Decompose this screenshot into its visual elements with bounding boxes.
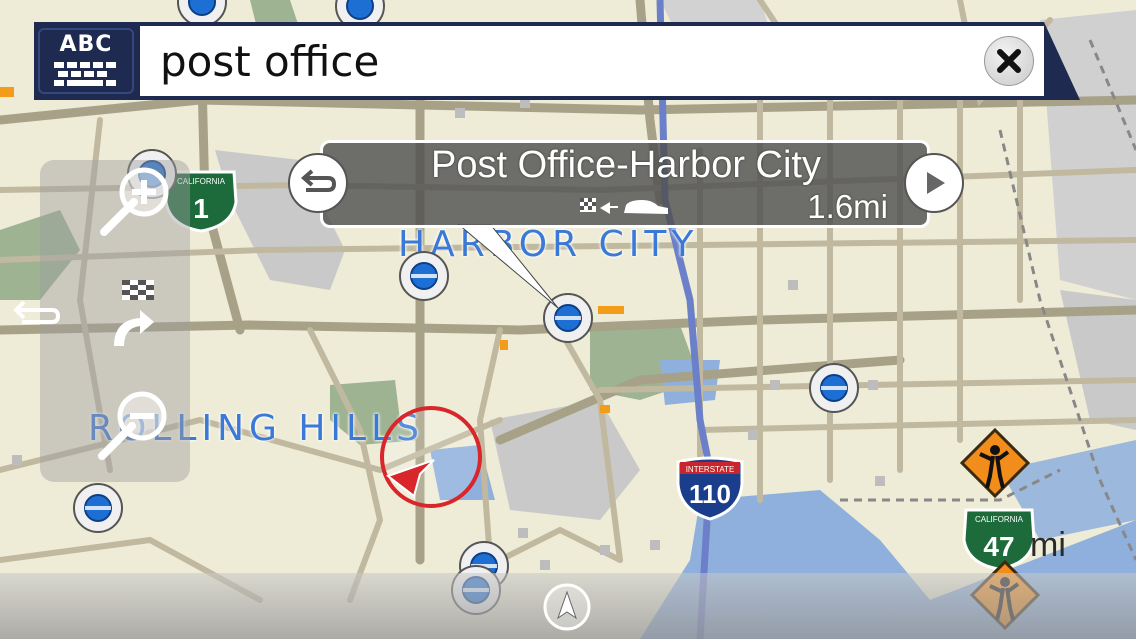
- clear-search-button[interactable]: [984, 36, 1034, 86]
- zoom-out-icon: [98, 391, 167, 460]
- return-icon: [300, 169, 337, 192]
- svg-text:1: 1: [193, 193, 209, 224]
- popup-forward-button[interactable]: [904, 153, 964, 213]
- route-overview-button[interactable]: [100, 276, 166, 352]
- map-back-button[interactable]: [8, 296, 64, 336]
- search-bar: ABC: [34, 22, 1080, 100]
- play-icon: [927, 172, 945, 194]
- highway-shield-i-110: INTERSTATE 110: [674, 456, 746, 527]
- zoom-in-button[interactable]: [96, 160, 176, 240]
- current-position-marker: [378, 404, 484, 510]
- checkered-flag-route-icon: [580, 198, 668, 214]
- destination-popup[interactable]: Post Office-Harbor City 1.6mi: [288, 138, 964, 309]
- destination-distance: 1.6mi: [807, 188, 888, 225]
- search-input[interactable]: [140, 26, 1044, 96]
- zoom-out-button[interactable]: [94, 384, 174, 464]
- checkered-flag-route-icon: [114, 280, 154, 346]
- keyboard-icon: [54, 62, 116, 86]
- poi-marker[interactable]: [806, 360, 862, 416]
- svg-text:CALIFORNIA: CALIFORNIA: [975, 515, 1024, 524]
- keyboard-button[interactable]: ABC: [38, 28, 134, 94]
- zoom-in-icon: [100, 167, 169, 236]
- compass-button[interactable]: [542, 582, 592, 632]
- svg-text:INTERSTATE: INTERSTATE: [686, 465, 735, 474]
- compass-north-icon: [543, 583, 591, 631]
- construction-warning-icon[interactable]: [960, 428, 1030, 498]
- svg-text:110: 110: [689, 479, 731, 509]
- poi-marker[interactable]: [70, 480, 126, 536]
- popup-pointer: [457, 224, 559, 309]
- popup-back-button[interactable]: [288, 153, 348, 213]
- svg-text:47: 47: [983, 531, 1014, 562]
- destination-title: Post Office-Harbor City: [431, 144, 821, 186]
- return-icon: [13, 300, 61, 324]
- close-icon: [997, 49, 1021, 73]
- keyboard-label: ABC: [59, 32, 113, 57]
